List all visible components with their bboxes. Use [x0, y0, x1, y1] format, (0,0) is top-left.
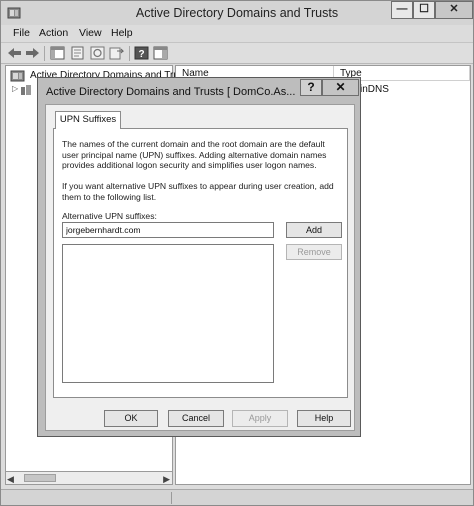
menu-file[interactable]: File: [13, 27, 30, 39]
menu-help[interactable]: Help: [111, 27, 133, 39]
row-type-cell: inDNS: [360, 84, 389, 95]
scroll-right-arrow-icon[interactable]: ▶: [163, 474, 170, 485]
toolbar: ?: [1, 42, 473, 64]
tree-horizontal-scrollbar[interactable]: ◀ ▶: [5, 471, 173, 485]
properties-icon[interactable]: [70, 46, 85, 60]
alt-upn-label: Alternative UPN suffixes:: [62, 211, 157, 221]
menu-action[interactable]: Action: [39, 27, 68, 39]
tab-upn-suffixes[interactable]: UPN Suffixes: [55, 111, 121, 129]
menu-bar: File Action View Help: [1, 25, 473, 42]
domain-node-icon: [21, 85, 31, 95]
dialog-close-button[interactable]: ✕: [322, 79, 359, 96]
domains-trusts-node-icon: [10, 70, 25, 82]
tree-child-node[interactable]: ▷: [12, 84, 32, 98]
status-divider: [171, 492, 172, 504]
alt-upn-suffix-input[interactable]: [62, 222, 274, 238]
scroll-left-arrow-icon[interactable]: ◀: [7, 474, 14, 485]
expand-arrow-icon[interactable]: ▷: [12, 84, 18, 93]
maximize-button[interactable]: ☐: [413, 1, 435, 19]
refresh-icon[interactable]: [90, 46, 105, 60]
dialog-help-button[interactable]: ?: [300, 79, 322, 96]
toolbar-separator: [129, 46, 130, 61]
show-pane-icon[interactable]: [153, 46, 168, 60]
scroll-thumb[interactable]: [24, 474, 56, 482]
upn-instruction-text: If you want alternative UPN suffixes to …: [62, 181, 334, 202]
minimize-button[interactable]: —: [391, 1, 413, 19]
close-window-button[interactable]: ✕: [435, 1, 473, 19]
dialog-title: Active Directory Domains and Trusts [ Do…: [46, 86, 296, 98]
console-tree-icon[interactable]: [50, 46, 65, 60]
add-button[interactable]: Add: [286, 222, 342, 238]
properties-dialog: Active Directory Domains and Trusts [ Do…: [37, 77, 361, 437]
upn-suffix-list[interactable]: [62, 244, 274, 383]
upn-description-text: The names of the current domain and the …: [62, 139, 327, 170]
ok-button[interactable]: OK: [104, 410, 158, 427]
upn-suffixes-tab-page: The names of the current domain and the …: [53, 128, 348, 398]
back-arrow-icon[interactable]: [7, 46, 22, 60]
status-bar: [1, 489, 473, 505]
svg-text:?: ?: [138, 49, 144, 60]
menu-view[interactable]: View: [79, 27, 102, 39]
remove-button[interactable]: Remove: [286, 244, 342, 260]
toolbar-separator: [44, 46, 45, 61]
help-icon[interactable]: ?: [134, 46, 149, 60]
cancel-button[interactable]: Cancel: [168, 410, 224, 427]
apply-button[interactable]: Apply: [232, 410, 288, 427]
title-bar[interactable]: Active Directory Domains and Trusts — ☐ …: [1, 1, 473, 25]
dialog-body: UPN Suffixes The names of the current do…: [45, 104, 355, 431]
export-list-icon[interactable]: [109, 46, 124, 60]
forward-arrow-icon[interactable]: [25, 46, 40, 60]
help-button[interactable]: Help: [297, 410, 351, 427]
